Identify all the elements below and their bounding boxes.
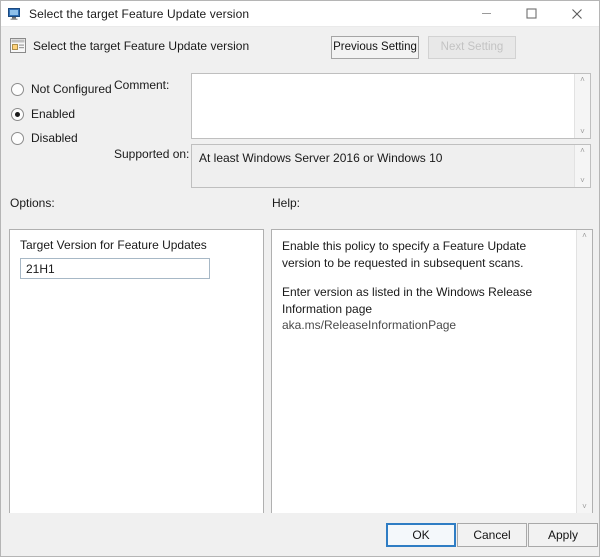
cancel-button[interactable]: Cancel [457,523,527,547]
comment-box[interactable]: ˄ ˅ [191,73,591,139]
scroll-up-icon[interactable]: ˄ [580,147,585,155]
scroll-down-icon[interactable]: ˅ [580,177,585,185]
options-section-label: Options: [10,196,55,210]
help-paragraph-2-text: Enter version as listed in the Windows R… [282,285,533,316]
radio-disabled[interactable]: Disabled [11,130,78,146]
radio-not-configured[interactable]: Not Configured [11,81,112,97]
maximize-button[interactable] [509,1,554,27]
supported-on-value: At least Windows Server 2016 or Windows … [199,151,443,165]
help-link: aka.ms/ReleaseInformationPage [282,318,457,332]
next-setting-button: Next Setting [428,36,516,59]
comment-scrollbar[interactable]: ˄ ˅ [574,74,590,138]
help-section-label: Help: [272,196,301,210]
radio-enabled-mark [11,107,24,121]
ok-button[interactable]: OK [386,523,456,547]
monitor-icon [7,6,23,22]
setting-title: Select the target Feature Update version [33,39,250,53]
supported-on-scrollbar[interactable]: ˄ ˅ [574,145,590,187]
help-paragraph-1: Enable this policy to specify a Feature … [282,239,527,270]
setting-header: Select the target Feature Update version… [1,28,599,68]
target-version-input[interactable] [20,258,210,279]
title-bar: Select the target Feature Update version [1,1,599,27]
help-paragraph-2: Enter version as listed in the Windows R… [282,284,566,334]
help-scrollbar[interactable]: ˄ ˅ [576,230,592,513]
options-panel: Target Version for Feature Updates [9,229,264,514]
close-button[interactable] [554,1,599,27]
dialog-footer: OK Cancel Apply [1,513,599,556]
scroll-down-icon[interactable]: ˅ [582,503,587,511]
radio-enabled-label: Enabled [31,107,76,121]
help-panel: Enable this policy to specify a Feature … [271,229,593,514]
comment-label: Comment: [114,78,170,92]
comment-textarea[interactable] [192,74,574,138]
scroll-up-icon[interactable]: ˄ [580,76,585,84]
window-controls [464,1,599,27]
apply-button[interactable]: Apply [528,523,598,547]
window-title: Select the target Feature Update version [29,6,250,21]
scroll-up-icon[interactable]: ˄ [582,232,587,240]
minimize-button[interactable] [464,1,509,27]
target-version-label: Target Version for Feature Updates [20,238,207,252]
radio-enabled[interactable]: Enabled [11,106,75,122]
radio-not-configured-label: Not Configured [31,82,112,96]
policy-setting-icon [10,38,27,54]
previous-setting-button[interactable]: Previous Setting [331,36,419,59]
supported-on-label: Supported on: [114,147,190,161]
policy-setting-dialog: Select the target Feature Update version [0,0,600,557]
radio-not-configured-mark [11,82,24,96]
scroll-down-icon[interactable]: ˅ [580,128,585,136]
supported-on-box: At least Windows Server 2016 or Windows … [191,144,591,188]
radio-disabled-label: Disabled [31,131,78,145]
help-text: Enable this policy to specify a Feature … [272,230,576,513]
radio-disabled-mark [11,131,24,145]
